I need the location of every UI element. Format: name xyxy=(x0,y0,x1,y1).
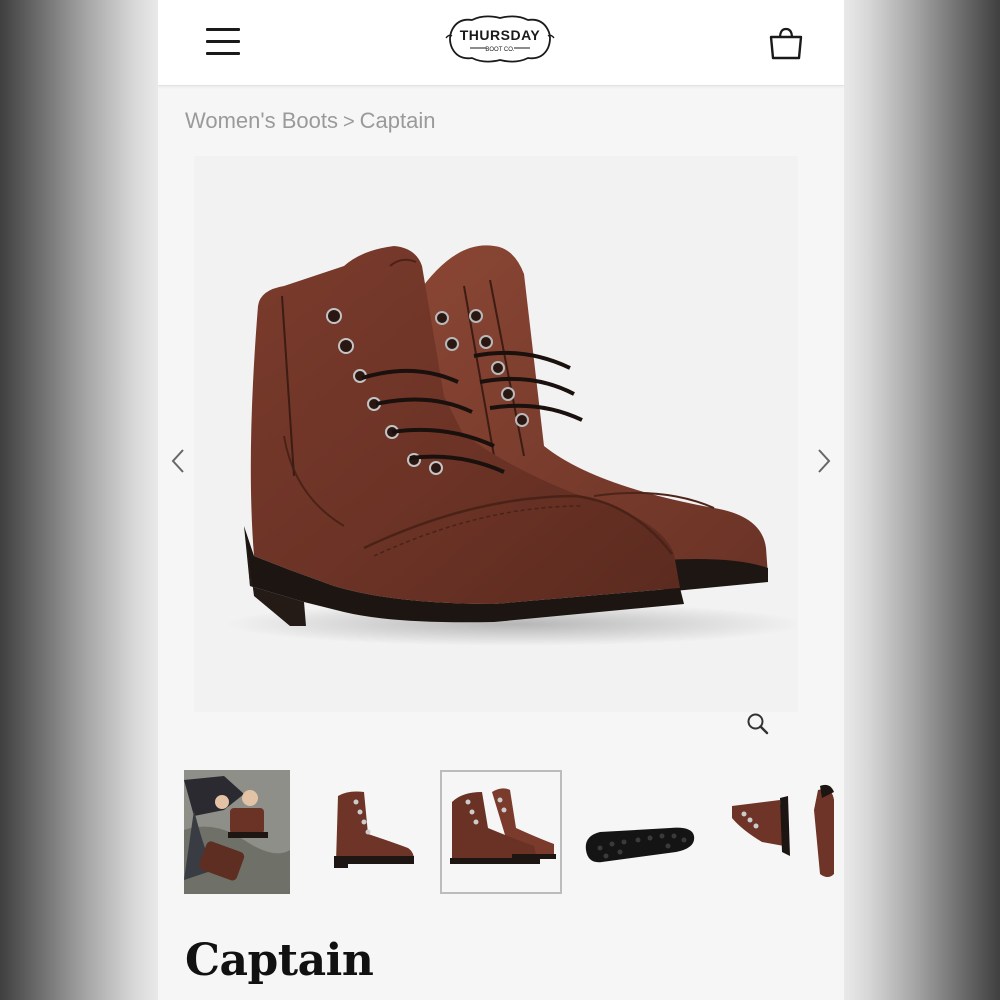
breadcrumb-separator: > xyxy=(342,111,355,133)
shopping-bag-icon[interactable] xyxy=(766,24,806,64)
hamburger-menu-icon[interactable] xyxy=(206,28,242,62)
brand-logo[interactable]: THURSDAY BOOT CO. xyxy=(444,8,556,74)
breadcrumb-link-womens-boots[interactable]: Women's Boots xyxy=(185,108,338,133)
chevron-right-icon[interactable] xyxy=(812,446,836,476)
chevron-left-icon[interactable] xyxy=(166,446,190,476)
logo-subtext: BOOT CO. xyxy=(485,47,515,53)
thumbnail-lifestyle[interactable] xyxy=(184,770,290,894)
logo-text: THURSDAY xyxy=(460,27,541,43)
product-main-image[interactable] xyxy=(194,156,798,712)
captain-boots-image xyxy=(224,245,798,646)
thumbnail-side-view[interactable] xyxy=(308,770,414,894)
thumbnail-pair-angle-view[interactable] xyxy=(440,770,562,894)
background-blur-right xyxy=(844,0,1000,1000)
thumbnail-strip xyxy=(184,770,844,896)
breadcrumb-current-captain[interactable]: Captain xyxy=(360,108,436,133)
thumbnail-detail-view[interactable] xyxy=(718,770,844,894)
top-navigation-bar: THURSDAY BOOT CO. xyxy=(158,0,844,86)
phone-screen: THURSDAY BOOT CO. Women's Boots > Captain xyxy=(158,0,844,1000)
thumbnail-sole-view[interactable] xyxy=(580,770,704,894)
product-title: Captain xyxy=(185,935,374,986)
breadcrumb: Women's Boots > Captain xyxy=(185,108,436,138)
background-blur-left xyxy=(0,0,158,1000)
magnifier-icon[interactable] xyxy=(745,711,771,737)
